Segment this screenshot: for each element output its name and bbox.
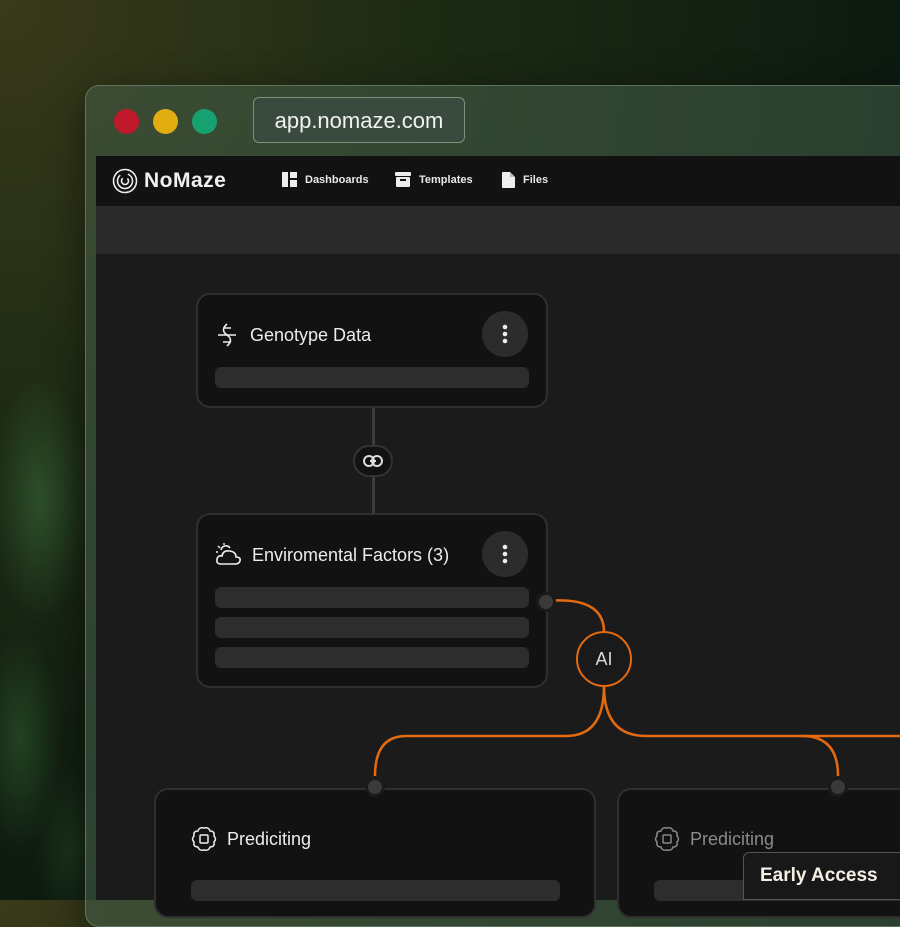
- environment-output-port[interactable]: [536, 592, 556, 612]
- environment-field-2: [215, 617, 529, 638]
- predict-right-input-port[interactable]: [828, 777, 848, 797]
- maximize-window-button[interactable]: [192, 109, 217, 134]
- predict-right-title: Prediciting: [690, 828, 775, 849]
- more-vertical-icon: [502, 544, 508, 564]
- genotype-more-button[interactable]: [482, 311, 528, 357]
- genotype-node-card[interactable]: Genotype Data: [196, 293, 548, 408]
- predict-right-header: Prediciting: [654, 826, 774, 852]
- ai-node-label: AI: [595, 648, 613, 669]
- predict-left-title: Prediciting: [227, 828, 312, 849]
- environment-node-header: Enviromental Factors (3): [214, 542, 449, 568]
- predict-node-left-card[interactable]: Prediciting: [154, 788, 596, 918]
- more-vertical-icon: [502, 324, 508, 344]
- environment-field-3: [215, 647, 529, 668]
- genotype-node-title: Genotype Data: [250, 324, 372, 345]
- environment-node-title: Enviromental Factors (3): [252, 544, 450, 565]
- app-viewport: NoMaze Dashboards Templates Files Genoty…: [96, 156, 900, 918]
- brain-chip-icon: [191, 827, 217, 851]
- predict-left-input-port[interactable]: [365, 777, 385, 797]
- address-bar[interactable]: app.nomaze.com: [253, 97, 465, 143]
- ai-node[interactable]: AI: [576, 631, 632, 687]
- cloud-sun-icon: [216, 543, 241, 565]
- dna-icon: [218, 323, 236, 347]
- early-access-badge[interactable]: Early Access: [743, 852, 900, 900]
- genotype-node-header: Genotype Data: [214, 322, 371, 348]
- predict-left-field: [191, 880, 560, 901]
- environment-field-1: [215, 587, 529, 608]
- minimize-window-button[interactable]: [153, 109, 178, 134]
- predict-left-header: Prediciting: [191, 826, 311, 852]
- environment-node-card[interactable]: Enviromental Factors (3): [196, 513, 548, 688]
- genotype-data-field: [215, 367, 529, 388]
- brain-chip-icon: [654, 827, 680, 851]
- environment-more-button[interactable]: [482, 531, 528, 577]
- close-window-button[interactable]: [114, 109, 139, 134]
